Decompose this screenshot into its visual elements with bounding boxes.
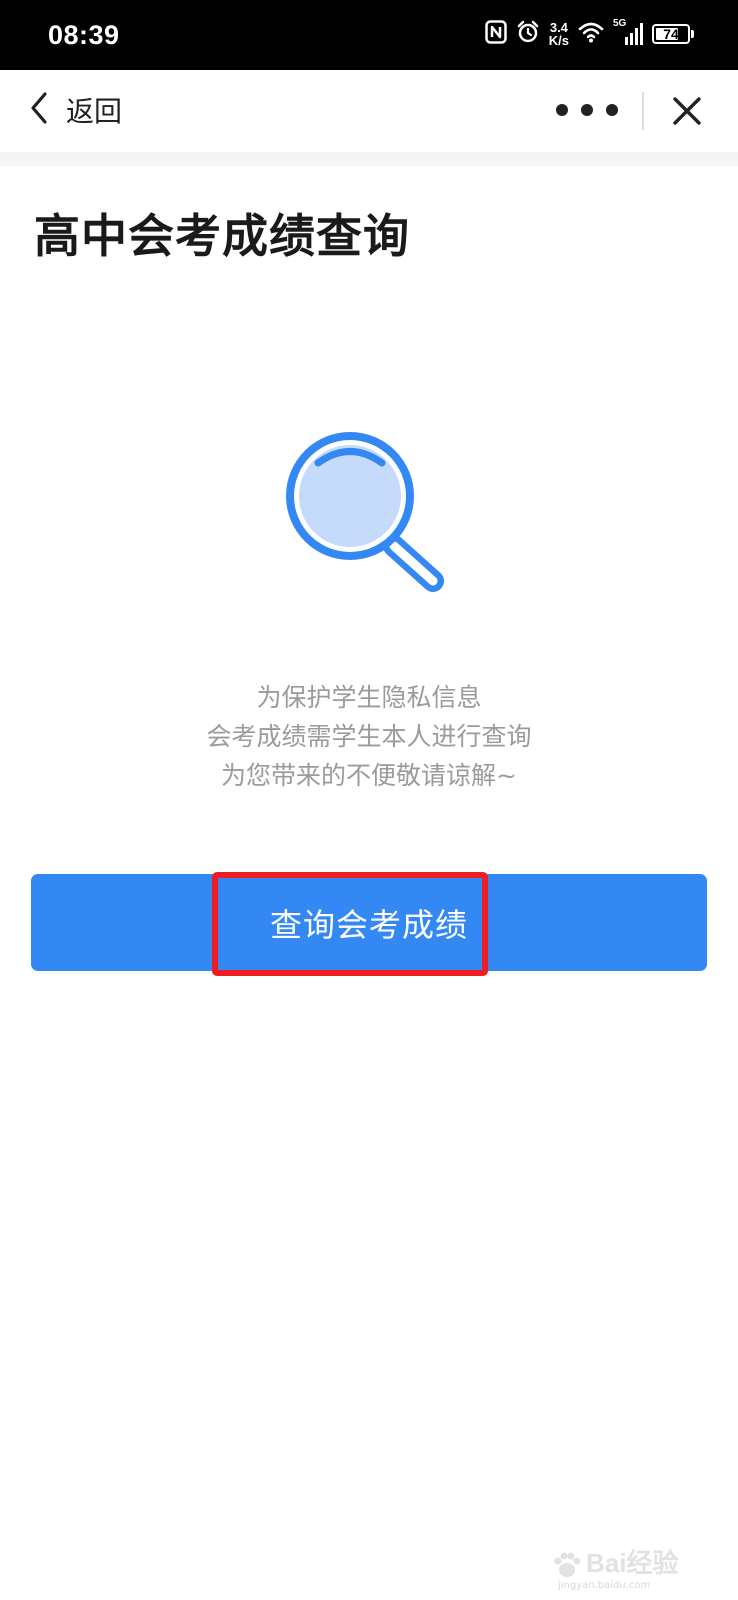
status-bar: 08:39 3.4 K/s 5G 74 bbox=[0, 0, 738, 70]
more-icon-dot bbox=[581, 104, 593, 116]
chevron-left-icon bbox=[28, 91, 50, 129]
query-scores-button[interactable]: 查询会考成绩 bbox=[31, 874, 707, 971]
message-line: 为您带来的不便敬请谅解~ bbox=[221, 761, 517, 790]
nav-divider bbox=[642, 92, 644, 130]
nfc-icon bbox=[485, 20, 507, 48]
back-button[interactable]: 返回 bbox=[28, 86, 122, 134]
more-icon-dot bbox=[606, 104, 618, 116]
watermark-sub: jingyan.baidu.com bbox=[558, 1580, 651, 1591]
watermark-text: Bai经验 bbox=[586, 1548, 679, 1578]
status-time: 08:39 bbox=[48, 20, 120, 50]
net-speed: 3.4 K/s bbox=[549, 21, 569, 47]
message-line: 为保护学生隐私信息 bbox=[256, 683, 482, 712]
battery-icon: 74 bbox=[652, 24, 690, 44]
query-button-label: 查询会考成绩 bbox=[269, 906, 468, 943]
signal-icon: 5G bbox=[613, 18, 643, 47]
nav-bar: 返回 bbox=[0, 70, 738, 152]
page-title: 高中会考成绩查询 bbox=[34, 209, 410, 263]
battery-level: 74 bbox=[663, 26, 679, 42]
battery-tip bbox=[691, 30, 694, 38]
nav-separator bbox=[0, 152, 738, 166]
close-button[interactable] bbox=[668, 92, 706, 130]
paw-icon bbox=[554, 1552, 581, 1577]
message-line: 会考成绩需学生本人进行查询 bbox=[206, 722, 532, 751]
wifi-icon bbox=[578, 21, 604, 47]
alarm-icon bbox=[516, 20, 540, 48]
more-button[interactable] bbox=[556, 92, 618, 128]
status-icons: 3.4 K/s 5G 74 bbox=[485, 16, 694, 52]
privacy-message: 为保护学生隐私信息 会考成绩需学生本人进行查询 为您带来的不便敬请谅解~ bbox=[0, 678, 738, 795]
watermark: Bai经验 jingyan.baidu.com bbox=[552, 1536, 702, 1591]
close-icon bbox=[673, 97, 701, 125]
net-speed-unit: K/s bbox=[548, 33, 569, 48]
more-icon-dot bbox=[556, 104, 568, 116]
back-label: 返回 bbox=[66, 95, 123, 128]
search-icon bbox=[278, 418, 458, 608]
